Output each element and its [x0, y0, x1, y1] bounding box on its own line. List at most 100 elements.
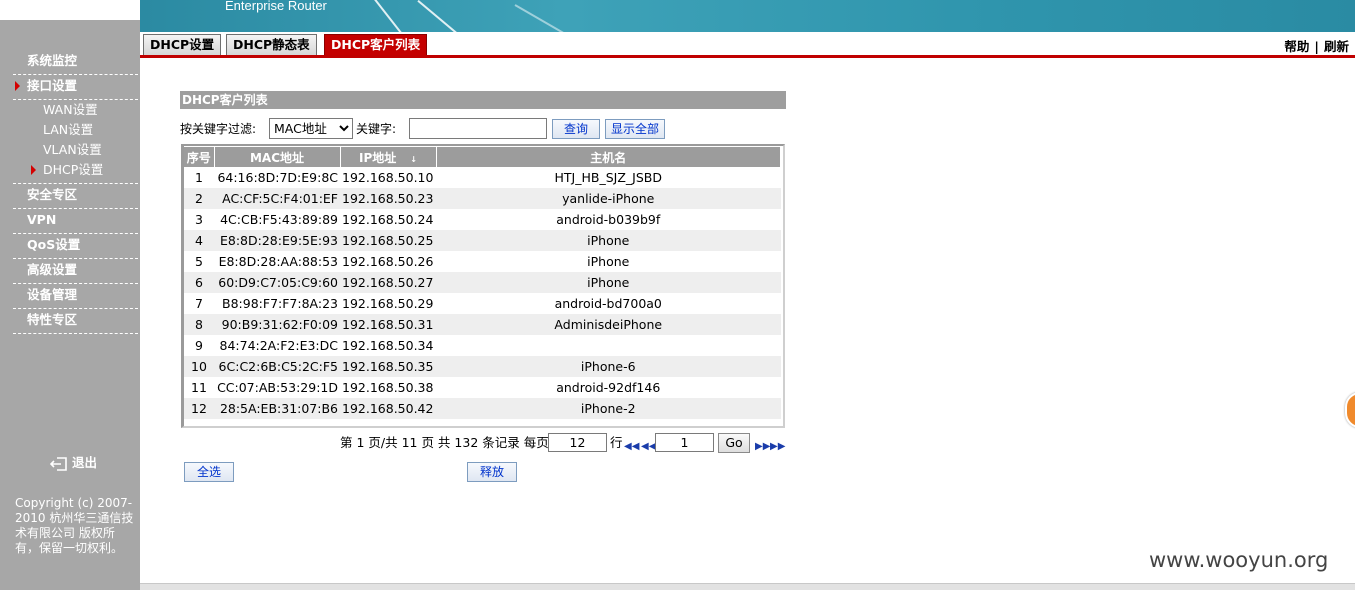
first-page-icon[interactable]: ◀◀	[624, 437, 639, 457]
col-header-hostname[interactable]: 主机名	[436, 147, 781, 167]
cell-ip: 192.168.50.38	[340, 377, 436, 398]
cell-mac: E8:8D:28:E9:5E:93	[214, 230, 340, 251]
col-header-ip[interactable]: IP地址 ↓	[340, 147, 437, 167]
table-row[interactable]: 11 CC:07:AB:53:29:1D 192.168.50.38 android-…	[184, 377, 781, 398]
sidebar-item-qos[interactable]: QoS设置	[13, 234, 138, 259]
per-page-input[interactable]	[548, 433, 607, 452]
table-row[interactable]: 8 90:B9:31:62:F0:09 192.168.50.31 Adminisde…	[184, 314, 781, 335]
sidebar-item-device-management[interactable]: 设备管理	[13, 284, 138, 309]
last-page-icon[interactable]: ▶▶	[770, 437, 785, 457]
table-row[interactable]: 2 AC:CF:5C:F4:01:EF 192.168.50.23 yanlide-i…	[184, 188, 781, 209]
horizontal-scrollbar[interactable]	[140, 583, 1355, 590]
cell-mac: 6C:C2:6B:C5:2C:F5	[214, 356, 340, 377]
sidebar-item-label: 系统监控	[27, 53, 78, 68]
cell-no: 7	[184, 293, 214, 314]
cell-hostname: iPhone	[436, 272, 781, 293]
cell-mac: E8:8D:28:AA:88:53	[214, 251, 340, 272]
sidebar-item-system-monitor[interactable]: 系统监控	[13, 50, 138, 75]
cell-hostname	[436, 335, 781, 356]
sort-arrow-icon: ↓	[410, 154, 417, 164]
cell-hostname: iPhone-2	[436, 398, 781, 419]
selected-arrow-icon	[31, 165, 36, 175]
cell-hostname: android-bd700a0	[436, 293, 781, 314]
sidebar-subitem-wan[interactable]: WAN设置	[13, 100, 138, 120]
filter-label: 按关键字过滤:	[180, 122, 257, 136]
cell-ip: 192.168.50.25	[340, 230, 436, 251]
logout-button[interactable]: 退出	[50, 452, 97, 471]
sidebar-item-interface-settings[interactable]: 接口设置	[13, 75, 138, 100]
query-button[interactable]: 查询	[552, 119, 600, 139]
sidebar-item-security[interactable]: 安全专区	[13, 184, 138, 209]
next-page-icon[interactable]: ▶▶	[755, 437, 770, 457]
table-row[interactable]: 6 60:D9:C7:05:C9:60 192.168.50.27 iPhone	[184, 272, 781, 293]
top-links: 帮助 | 刷新	[1284, 36, 1349, 55]
go-button[interactable]: Go	[718, 433, 750, 453]
banner-decoration	[514, 4, 568, 32]
sidebar-item-advanced[interactable]: 高级设置	[13, 259, 138, 284]
sidebar-item-label: VPN	[27, 212, 57, 227]
client-table-container: 序号 MAC地址 IP地址 ↓ 主机名 1 64:16:8D:7D:E9:8C 192…	[181, 144, 785, 428]
table-row[interactable]: 4 E8:8D:28:E9:5E:93 192.168.50.25 iPhone	[184, 230, 781, 251]
sidebar-subitem-vlan[interactable]: VLAN设置	[13, 140, 138, 160]
sidebar-subitem-lan[interactable]: LAN设置	[13, 120, 138, 140]
table-row[interactable]: 3 4C:CB:F5:43:89:89 192.168.50.24 android-b…	[184, 209, 781, 230]
cell-mac: 64:16:8D:7D:E9:8C	[214, 167, 340, 188]
floating-widget-icon[interactable]	[1345, 392, 1355, 428]
tab-dhcp-settings[interactable]: DHCP设置	[143, 34, 222, 56]
col-header-mac[interactable]: MAC地址	[214, 147, 341, 167]
sidebar-subitem-label: WAN设置	[43, 102, 98, 117]
logout-label: 退出	[72, 455, 98, 470]
help-link[interactable]: 帮助	[1284, 39, 1309, 54]
keyword-input[interactable]	[409, 118, 547, 139]
tab-label: DHCP客户列表	[331, 37, 421, 52]
cell-ip: 192.168.50.35	[340, 356, 436, 377]
cell-ip: 192.168.50.10	[340, 167, 436, 188]
cell-no: 9	[184, 335, 214, 356]
cell-mac: AC:CF:5C:F4:01:EF	[214, 188, 340, 209]
sidebar-item-label: 特性专区	[27, 312, 78, 327]
table-row[interactable]: 1 64:16:8D:7D:E9:8C 192.168.50.10 HTJ_HB_SJ…	[184, 167, 781, 188]
cell-no: 10	[184, 356, 214, 377]
cell-mac: 60:D9:C7:05:C9:60	[214, 272, 340, 293]
cell-no: 12	[184, 398, 214, 419]
table-row[interactable]: 9 84:74:2A:F2:E3:DC 192.168.50.34	[184, 335, 781, 356]
table-row[interactable]: 7 B8:98:F7:F7:8A:23 192.168.50.29 android-b…	[184, 293, 781, 314]
sidebar-item-vpn[interactable]: VPN	[13, 209, 138, 234]
top-banner: Enterprise Router	[140, 0, 1355, 32]
cell-ip: 192.168.50.27	[340, 272, 436, 293]
tab-dhcp-client-list[interactable]: DHCP客户列表	[324, 34, 428, 56]
cell-mac: CC:07:AB:53:29:1D	[214, 377, 340, 398]
sidebar-subitem-dhcp[interactable]: DHCP设置	[13, 160, 138, 180]
sidebar-subitem-label: DHCP设置	[43, 162, 104, 177]
release-button[interactable]: 释放	[467, 462, 517, 482]
show-all-button[interactable]: 显示全部	[605, 119, 665, 139]
cell-mac: 84:74:2A:F2:E3:DC	[214, 335, 340, 356]
tab-label: DHCP设置	[150, 37, 215, 52]
table-row[interactable]: 10 6C:C2:6B:C5:2C:F5 192.168.50.35 iPhone-6	[184, 356, 781, 377]
select-all-button[interactable]: 全选	[184, 462, 234, 482]
filter-field-select[interactable]: MAC地址	[269, 118, 353, 139]
cell-ip: 192.168.50.34	[340, 335, 436, 356]
table-body: 1 64:16:8D:7D:E9:8C 192.168.50.10 HTJ_HB_SJ…	[184, 167, 781, 419]
cell-mac: 28:5A:EB:31:07:B6	[214, 398, 340, 419]
cell-hostname: android-b039b9f	[436, 209, 781, 230]
table-row[interactable]: 12 28:5A:EB:31:07:B6 192.168.50.42 iPhone-2	[184, 398, 781, 419]
sidebar-item-features[interactable]: 特性专区	[13, 309, 138, 334]
cell-mac: 4C:CB:F5:43:89:89	[214, 209, 340, 230]
cell-hostname: AdminisdeiPhone	[436, 314, 781, 335]
tab-dhcp-static[interactable]: DHCP静态表	[226, 34, 317, 56]
cell-hostname: iPhone	[436, 230, 781, 251]
col-header-no[interactable]: 序号	[184, 147, 215, 167]
expanded-arrow-icon	[15, 81, 20, 91]
refresh-link[interactable]: 刷新	[1324, 39, 1349, 54]
cell-ip: 192.168.50.31	[340, 314, 436, 335]
watermark: www.wooyun.org	[1149, 548, 1329, 572]
col-header-ip-label: IP地址	[359, 150, 397, 165]
cell-hostname: iPhone	[436, 251, 781, 272]
banner-left-blank	[0, 0, 140, 20]
table-row[interactable]: 5 E8:8D:28:AA:88:53 192.168.50.26 iPhone	[184, 251, 781, 272]
sidebar-item-label: 安全专区	[27, 187, 78, 202]
cell-hostname: android-92df146	[436, 377, 781, 398]
page-number-input[interactable]	[655, 433, 714, 452]
sidebar-item-label: 接口设置	[27, 78, 78, 93]
